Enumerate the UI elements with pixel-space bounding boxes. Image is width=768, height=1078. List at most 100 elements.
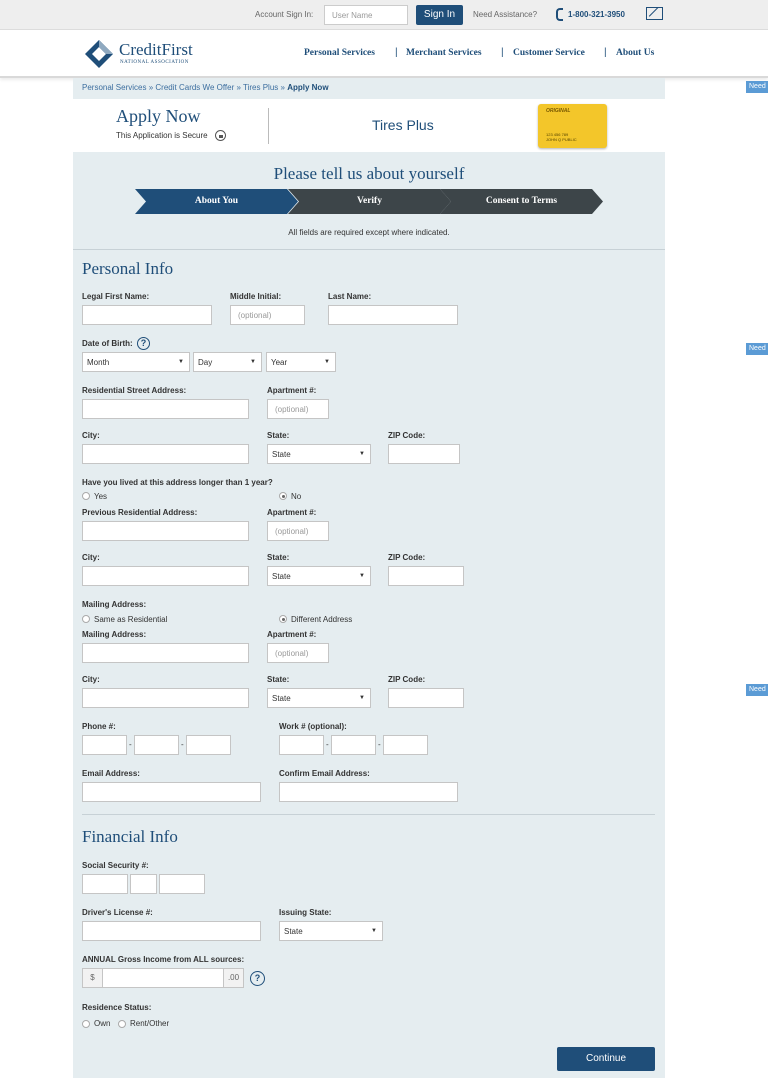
work-area-field[interactable] <box>279 735 324 755</box>
income-field[interactable] <box>102 968 224 988</box>
personal-info-title: Personal Info <box>82 259 174 278</box>
work-line-field[interactable] <box>383 735 428 755</box>
prev-city-field[interactable] <box>82 566 249 586</box>
nav-customer-service[interactable]: Customer Service <box>513 48 585 58</box>
phone-icon <box>556 8 563 21</box>
credit-card-image: ORIGINAL 123 456 789 JOHN Q PUBLIC <box>538 104 607 148</box>
help-icon[interactable]: ? <box>137 337 150 350</box>
mailing-city-field[interactable] <box>82 688 249 708</box>
phone-line-field[interactable] <box>186 735 231 755</box>
need-assistance-label: Need Assistance? <box>473 10 538 19</box>
card-brand: ORIGINAL <box>546 108 571 114</box>
ssn-part2-field[interactable] <box>130 874 157 894</box>
street-address-field[interactable] <box>82 399 249 419</box>
nav-personal-services[interactable]: Personal Services <box>304 48 375 58</box>
lived-no-label: No <box>291 492 302 501</box>
mailing-state-select[interactable]: State ▼ <box>267 688 371 708</box>
email-label: Email Address: <box>82 769 140 778</box>
dob-day-select[interactable]: Day ▼ <box>193 352 262 372</box>
phone-prefix-field[interactable] <box>134 735 179 755</box>
prev-apartment-field[interactable]: (optional) <box>267 521 329 541</box>
sign-in-button[interactable]: Sign In <box>416 5 463 25</box>
zip-field[interactable] <box>388 444 460 464</box>
nav-separator: | <box>604 47 607 58</box>
last-name-field[interactable] <box>328 305 458 325</box>
phone-number[interactable]: 1-800-321-3950 <box>568 10 625 19</box>
confirm-email-label: Confirm Email Address: <box>279 769 370 778</box>
rent-other-radio[interactable] <box>118 1020 126 1028</box>
logo-name[interactable]: CreditFirst <box>119 40 193 60</box>
email-field[interactable] <box>82 782 261 802</box>
mailing-zip-field[interactable] <box>388 688 464 708</box>
issuing-state-label: Issuing State: <box>279 908 332 917</box>
mailing-state-label: State: <box>267 675 290 684</box>
dob-month-value: Month <box>87 358 110 367</box>
need-help-tab[interactable]: Need Help? <box>746 81 768 93</box>
confirm-email-field[interactable] <box>279 782 458 802</box>
ssn-part3-field[interactable] <box>159 874 205 894</box>
apartment-label: Apartment #: <box>267 508 317 517</box>
nav-separator: | <box>501 47 504 58</box>
chevron-down-icon: ▼ <box>359 451 365 457</box>
merchant-name: Tires Plus <box>372 117 434 133</box>
apartment-field[interactable]: (optional) <box>267 399 329 419</box>
nav-merchant-services[interactable]: Merchant Services <box>406 48 482 58</box>
mailing-address-field[interactable] <box>82 643 249 663</box>
residence-status-label: Residence Status: <box>82 1003 152 1012</box>
own-label: Own <box>94 1019 111 1028</box>
breadcrumb-tires-plus[interactable]: Tires Plus <box>243 83 278 92</box>
mail-icon[interactable] <box>646 7 663 20</box>
steps-heading: Please tell us about yourself <box>273 164 465 183</box>
issuing-state-value: State <box>284 927 303 936</box>
first-name-field[interactable] <box>82 305 212 325</box>
middle-initial-label: Middle Initial: <box>230 292 282 301</box>
mailing-apartment-field[interactable]: (optional) <box>267 643 329 663</box>
breadcrumb-personal-services[interactable]: Personal Services <box>82 83 146 92</box>
lock-icon <box>215 130 226 141</box>
state-select[interactable]: State ▼ <box>267 444 371 464</box>
city-field[interactable] <box>82 444 249 464</box>
dash: - <box>129 740 132 749</box>
secure-text: This Application is Secure <box>116 131 208 140</box>
ssn-label: Social Security #: <box>82 861 149 870</box>
mailing-state-value: State <box>272 694 291 703</box>
lived-no-radio[interactable] <box>279 492 287 500</box>
dash: - <box>181 740 184 749</box>
site-header: CreditFirst NATIONAL ASSOCIATION Persona… <box>0 30 768 78</box>
breadcrumb-credit-cards[interactable]: Credit Cards We Offer <box>155 83 234 92</box>
need-help-tab[interactable]: Need Help? <box>746 684 768 696</box>
required-note: All fields are required except where ind… <box>288 228 450 237</box>
issuing-state-select[interactable]: State ▼ <box>279 921 383 941</box>
chevron-down-icon: ▼ <box>359 573 365 579</box>
city-label: City: <box>82 431 100 440</box>
same-as-residential-radio[interactable] <box>82 615 90 623</box>
prev-address-field[interactable] <box>82 521 249 541</box>
prev-state-select[interactable]: State ▼ <box>267 566 371 586</box>
chevron-down-icon: ▼ <box>359 695 365 701</box>
lived-yes-radio[interactable] <box>82 492 90 500</box>
divider <box>73 249 665 250</box>
dob-month-select[interactable]: Month ▼ <box>82 352 190 372</box>
prev-address-label: Previous Residential Address: <box>82 508 198 517</box>
username-input[interactable]: User Name <box>324 5 408 25</box>
same-as-residential-label: Same as Residential <box>94 615 168 624</box>
phone-area-field[interactable] <box>82 735 127 755</box>
own-radio[interactable] <box>82 1020 90 1028</box>
top-utility-bar: Account Sign In: User Name Sign In Need … <box>0 0 768 30</box>
work-prefix-field[interactable] <box>331 735 376 755</box>
nav-about-us[interactable]: About Us <box>616 48 654 58</box>
ssn-part1-field[interactable] <box>82 874 128 894</box>
license-field[interactable] <box>82 921 261 941</box>
last-name-label: Last Name: <box>328 292 372 301</box>
financial-info-title: Financial Info <box>82 827 178 846</box>
continue-button[interactable]: Continue <box>557 1047 655 1071</box>
middle-initial-field[interactable]: (optional) <box>230 305 305 325</box>
need-help-tab[interactable]: Need Help? <box>746 343 768 355</box>
step-about-you: About You <box>135 189 298 214</box>
help-icon[interactable]: ? <box>250 971 265 986</box>
dob-year-select[interactable]: Year ▼ <box>266 352 336 372</box>
creditfirst-logo-icon[interactable] <box>84 39 114 69</box>
dash: - <box>378 740 381 749</box>
different-address-radio[interactable] <box>279 615 287 623</box>
prev-zip-field[interactable] <box>388 566 464 586</box>
